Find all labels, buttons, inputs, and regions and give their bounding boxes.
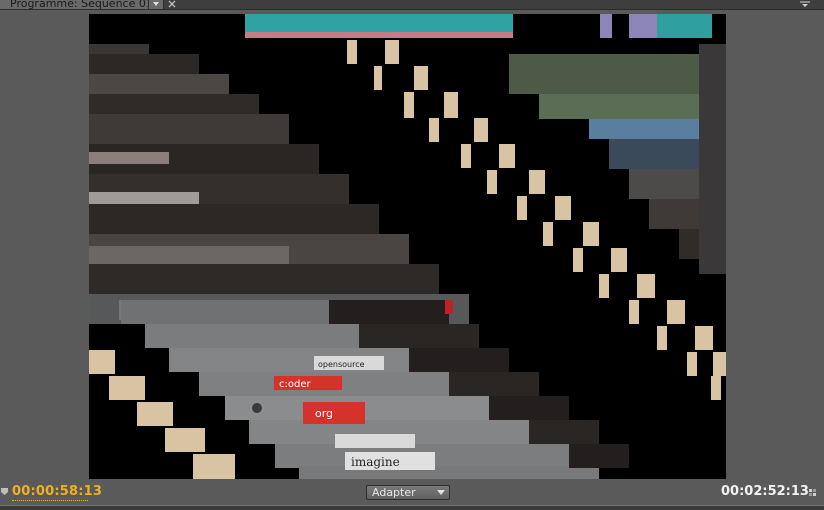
tab-label: Programme: Sequence 01 bbox=[10, 0, 153, 9]
time-ruler-strip[interactable] bbox=[0, 505, 824, 510]
video-frame: opensource c:oder org imagine bbox=[89, 14, 726, 479]
resize-icon[interactable] bbox=[808, 488, 817, 497]
program-monitor-video[interactable]: opensource c:oder org imagine bbox=[89, 14, 726, 479]
panel-header: Programme: Sequence 01 bbox=[0, 0, 824, 10]
sign-text-opensource: opensource bbox=[318, 360, 365, 369]
zoom-level-select[interactable]: Adapter bbox=[366, 485, 450, 500]
close-icon[interactable] bbox=[167, 0, 177, 9]
current-timecode[interactable]: 00:00:58:13 bbox=[12, 484, 102, 499]
menu-icon[interactable] bbox=[800, 1, 810, 7]
tab-programme-monitor[interactable]: Programme: Sequence 01 bbox=[0, 0, 160, 9]
tab-menu-button[interactable] bbox=[148, 0, 164, 9]
sign-text-coder: c:oder bbox=[279, 379, 311, 390]
duration-timecode: 00:02:52:13 bbox=[721, 484, 809, 499]
chevron-down-icon bbox=[153, 2, 159, 6]
sign-text-imagine: imagine bbox=[351, 455, 400, 469]
zoom-level-value: Adapter bbox=[372, 486, 416, 499]
timecode-underline bbox=[12, 500, 88, 501]
playhead-marker-icon bbox=[1, 488, 8, 495]
chevron-down-icon bbox=[437, 490, 445, 495]
sign-text-org: org bbox=[315, 407, 333, 420]
